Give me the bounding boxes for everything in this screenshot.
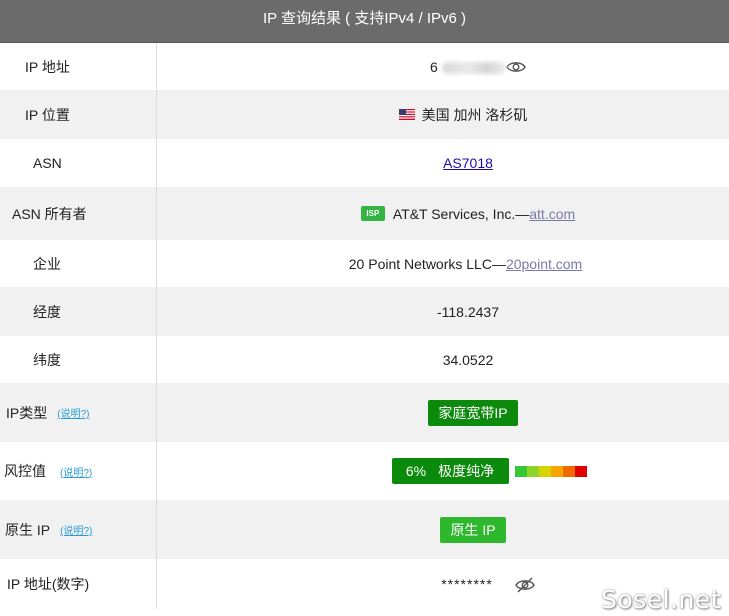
risk-scale-segment	[526, 465, 539, 477]
latitude-label: 纬度	[33, 351, 61, 368]
row-label: IP类型 (说明?)	[0, 383, 157, 442]
row-label: 原生 IP (说明?)	[0, 500, 157, 559]
eye-icon[interactable]	[506, 60, 526, 74]
risk-score-display: 6% 极度纯净	[391, 458, 587, 484]
ip-numeric-value: ********	[441, 576, 493, 592]
latitude-value: 34.0522	[442, 351, 494, 368]
company-label: 企业	[33, 255, 61, 272]
row-value: -118.2437	[157, 287, 729, 336]
watermark: Sosel.net	[601, 585, 721, 614]
ip-location-label: IP 位置	[25, 106, 70, 123]
risk-score-badge: 6% 极度纯净	[391, 458, 509, 484]
ip-type-badge: 家庭宽带IP	[428, 399, 518, 426]
row-ip-location: IP 位置 美国 加州 洛杉矶	[0, 90, 729, 139]
risk-scale-segment	[574, 465, 587, 477]
row-ip-type: IP类型 (说明?) 家庭宽带IP	[0, 383, 729, 442]
risk-score-percent: 6%	[405, 463, 427, 479]
row-label: 经度	[0, 287, 157, 336]
risk-scale-segment	[514, 465, 527, 477]
risk-score-help-link[interactable]: (说明?)	[60, 464, 92, 479]
ip-location-value: 美国 加州 洛杉矶	[421, 106, 528, 123]
asn-link[interactable]: AS7018	[443, 155, 493, 171]
ip-type-help-link[interactable]: (说明?)	[57, 405, 89, 420]
row-native-ip: 原生 IP (说明?) 原生 IP	[0, 500, 729, 559]
risk-scale-segment	[550, 465, 563, 477]
results-title: IP 查询结果 ( 支持IPv4 / IPv6 )	[262, 9, 467, 27]
eye-slash-icon[interactable]	[514, 577, 535, 593]
ip-address-label: IP 地址	[25, 58, 70, 75]
risk-scale-segment	[562, 465, 575, 477]
row-label: IP 地址(数字)	[0, 559, 157, 609]
row-label: 企业	[0, 240, 157, 287]
us-flag-icon	[398, 109, 415, 120]
row-value: 20 Point Networks LLC— 20point.com	[157, 240, 729, 287]
isp-badge: ISP	[360, 206, 385, 221]
row-ip-address: IP 地址 6	[0, 43, 729, 90]
native-ip-badge: 原生 IP	[440, 516, 506, 543]
native-ip-help-link[interactable]: (说明?)	[60, 522, 92, 537]
row-value: 原生 IP	[157, 500, 729, 559]
row-value: 家庭宽带IP	[157, 383, 729, 442]
asn-label: ASN	[33, 155, 62, 171]
row-asn: ASN AS7018	[0, 139, 729, 187]
ip-numeric-label: IP 地址(数字)	[7, 576, 90, 592]
ip-address-value: 6	[430, 58, 506, 75]
ip-type-label: IP类型	[6, 404, 48, 421]
row-company: 企业 20 Point Networks LLC— 20point.com	[0, 240, 729, 287]
risk-scale-segment	[538, 465, 551, 477]
row-value: 6% 极度纯净	[157, 442, 729, 500]
row-value: 美国 加州 洛杉矶	[157, 90, 729, 139]
risk-scale-bar	[514, 465, 587, 477]
ip-address-visible-part: 6	[430, 58, 438, 75]
results-header: IP 查询结果 ( 支持IPv4 / IPv6 )	[0, 0, 729, 43]
longitude-label: 经度	[33, 303, 61, 320]
row-label: IP 位置	[0, 90, 157, 139]
row-latitude: 纬度 34.0522	[0, 336, 729, 383]
row-asn-owner: ASN 所有者 ISP AT&T Services, Inc.— att.com	[0, 187, 729, 240]
row-longitude: 经度 -118.2437	[0, 287, 729, 336]
row-value: 34.0522	[157, 336, 729, 383]
risk-score-label: 风控值	[4, 463, 46, 479]
row-label: IP 地址	[0, 43, 157, 90]
longitude-value: -118.2437	[436, 303, 499, 320]
asn-owner-value: AT&T Services, Inc.—	[392, 205, 530, 222]
row-value: AS7018	[157, 139, 729, 187]
native-ip-label: 原生 IP	[5, 521, 51, 538]
row-value: 6	[157, 43, 729, 90]
company-domain-link[interactable]: 20point.com	[506, 256, 582, 272]
company-value: 20 Point Networks LLC—	[348, 255, 506, 272]
row-risk-score: 风控值 (说明?) 6% 极度纯净	[0, 442, 729, 500]
asn-owner-label: ASN 所有者	[12, 205, 87, 222]
row-label: ASN 所有者	[0, 187, 157, 240]
asn-owner-domain-link[interactable]: att.com	[529, 206, 575, 222]
row-label: 纬度	[0, 336, 157, 383]
risk-score-level: 极度纯净	[438, 463, 495, 479]
ip-address-blur	[442, 61, 506, 74]
row-label: 风控值 (说明?)	[0, 442, 157, 500]
row-label: ASN	[0, 139, 157, 187]
row-value: ISP AT&T Services, Inc.— att.com	[157, 187, 729, 240]
